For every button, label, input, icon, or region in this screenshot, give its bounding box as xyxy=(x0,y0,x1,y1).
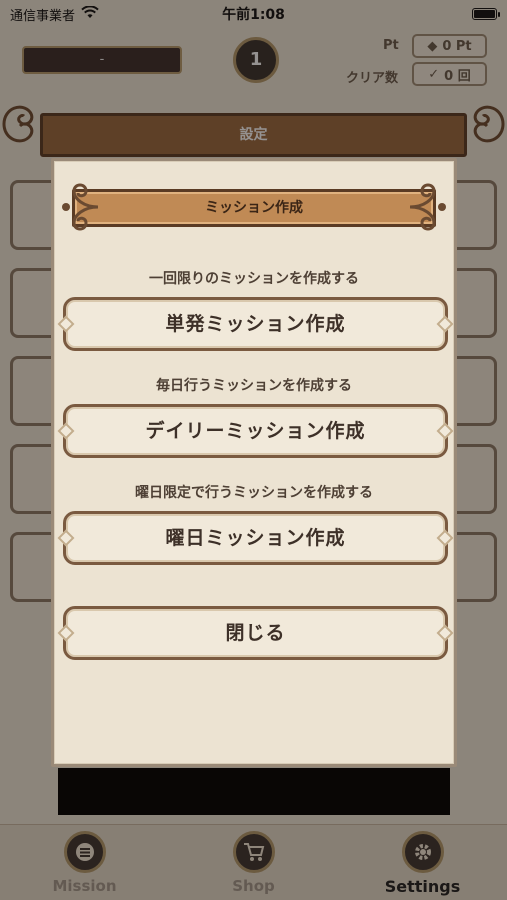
create-single-mission-button[interactable]: 単発ミッション作成 xyxy=(63,297,448,351)
create-daily-mission-button[interactable]: デイリーミッション作成 xyxy=(63,404,448,458)
weekday-mission-description: 曜日限定で行うミッションを作成する xyxy=(135,485,373,501)
close-button[interactable]: 閉じる xyxy=(63,606,448,660)
right-ornament-icon xyxy=(409,183,446,231)
modal-title: ミッション作成 xyxy=(205,200,303,216)
left-ornament-icon xyxy=(62,183,99,231)
daily-mission-description: 毎日行うミッションを作成する xyxy=(156,378,352,394)
create-weekday-mission-button[interactable]: 曜日ミッション作成 xyxy=(63,511,448,565)
mission-create-modal: ミッション作成 一回限りのミッションを作成する 単発ミッション作成 毎日行うミッ… xyxy=(51,158,457,767)
modal-title-bar: ミッション作成 xyxy=(72,189,436,227)
single-mission-description: 一回限りのミッションを作成する xyxy=(149,271,359,287)
